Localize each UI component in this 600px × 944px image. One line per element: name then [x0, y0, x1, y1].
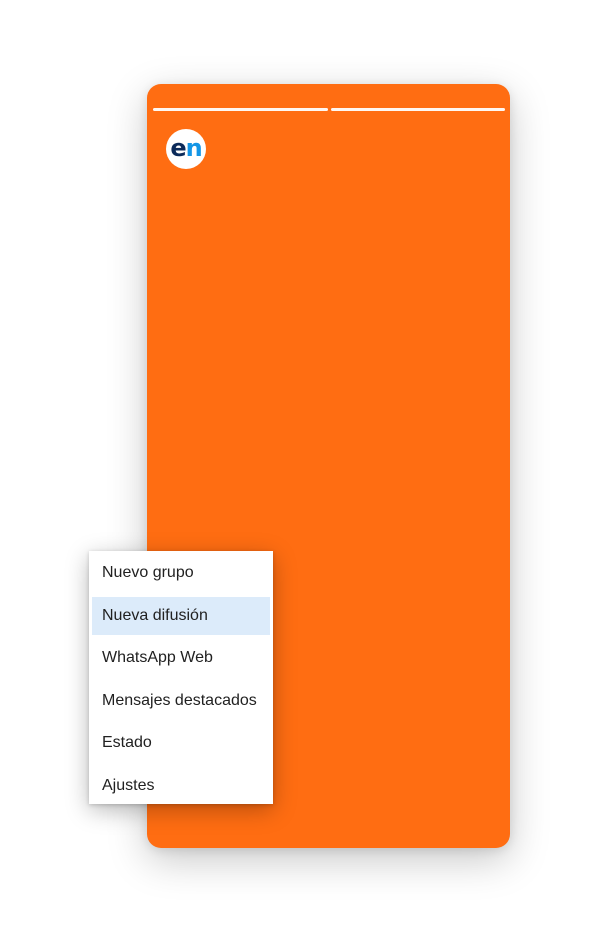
avatar-logo-e: e: [170, 133, 186, 162]
menu-item-estado[interactable]: Estado: [92, 724, 270, 762]
channel-avatar[interactable]: en: [166, 129, 206, 169]
menu-item-nueva-difusion[interactable]: Nueva difusión: [92, 596, 270, 635]
story-progress-bar: [153, 108, 505, 111]
avatar-logo-n: n: [185, 133, 203, 162]
menu-item-whatsapp-web[interactable]: WhatsApp Web: [92, 639, 270, 677]
menu-item-nuevo-grupo[interactable]: Nuevo grupo: [92, 554, 270, 592]
menu-item-mensajes-destacados[interactable]: Mensajes destacados: [92, 682, 270, 720]
overflow-menu: Nuevo grupo Nueva difusión WhatsApp Web …: [89, 551, 273, 804]
story-progress-segment: [330, 108, 505, 111]
story-progress-segment: [153, 108, 328, 111]
menu-item-ajustes[interactable]: Ajustes: [92, 767, 270, 805]
